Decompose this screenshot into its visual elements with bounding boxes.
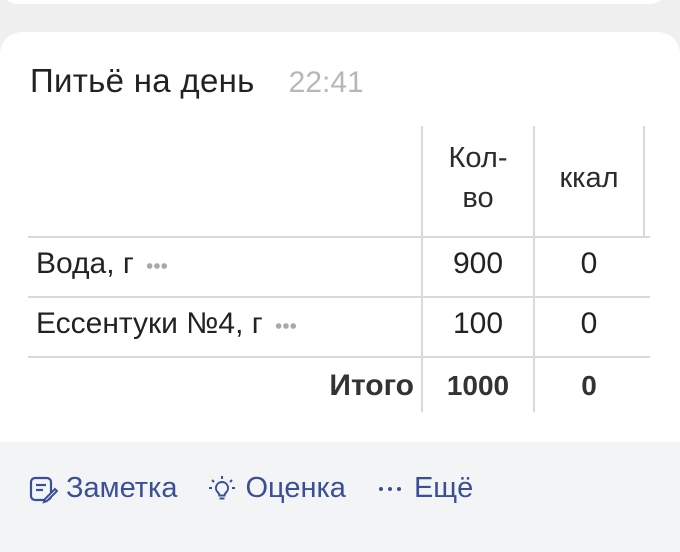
more-dots-icon[interactable] bbox=[145, 262, 168, 270]
total-kcal: 0 bbox=[581, 370, 597, 401]
row-divider bbox=[28, 236, 650, 238]
column-divider bbox=[643, 126, 645, 236]
more-button[interactable]: Ещё bbox=[376, 472, 473, 505]
note-label: Заметка bbox=[66, 472, 178, 504]
rating-button[interactable]: Оценка bbox=[207, 472, 346, 505]
drink-name: Вода, г bbox=[36, 247, 134, 280]
previous-card bbox=[0, 0, 668, 4]
note-button[interactable]: Заметка bbox=[28, 472, 177, 505]
lightbulb-icon bbox=[209, 475, 236, 499]
table-row[interactable]: Ессентуки №4, г bbox=[36, 304, 297, 344]
drink-kcal: 0 bbox=[580, 307, 598, 340]
drink-qty: 900 bbox=[452, 247, 504, 280]
card-actions: Заметка Оценка Ещё bbox=[28, 472, 503, 505]
note-icon bbox=[29, 476, 58, 504]
drink-card: Питьё на день 22:41 Кол- во ккал Вода, г… bbox=[0, 32, 680, 552]
card-header: Питьё на день 22:41 bbox=[30, 62, 364, 102]
drink-qty: 100 bbox=[452, 307, 504, 340]
card-time: 22:41 bbox=[288, 66, 364, 99]
drink-name: Ессентуки №4, г bbox=[36, 307, 263, 340]
ellipsis-icon bbox=[378, 486, 401, 491]
table-row[interactable]: Вода, г bbox=[36, 244, 168, 284]
total-qty: 1000 bbox=[446, 370, 510, 401]
total-label: Итого bbox=[329, 369, 414, 402]
row-divider bbox=[28, 356, 650, 358]
drink-kcal: 0 bbox=[580, 247, 598, 280]
card-title: Питьё на день bbox=[30, 62, 255, 99]
more-label: Ещё bbox=[413, 472, 474, 504]
column-header-kcal: ккал bbox=[559, 162, 619, 194]
rating-label: Оценка bbox=[245, 472, 346, 504]
more-dots-icon[interactable] bbox=[274, 322, 297, 330]
column-header-qty: Кол- во bbox=[448, 142, 508, 214]
card-footer: Заметка Оценка Ещё bbox=[0, 442, 680, 552]
row-divider bbox=[28, 296, 650, 298]
